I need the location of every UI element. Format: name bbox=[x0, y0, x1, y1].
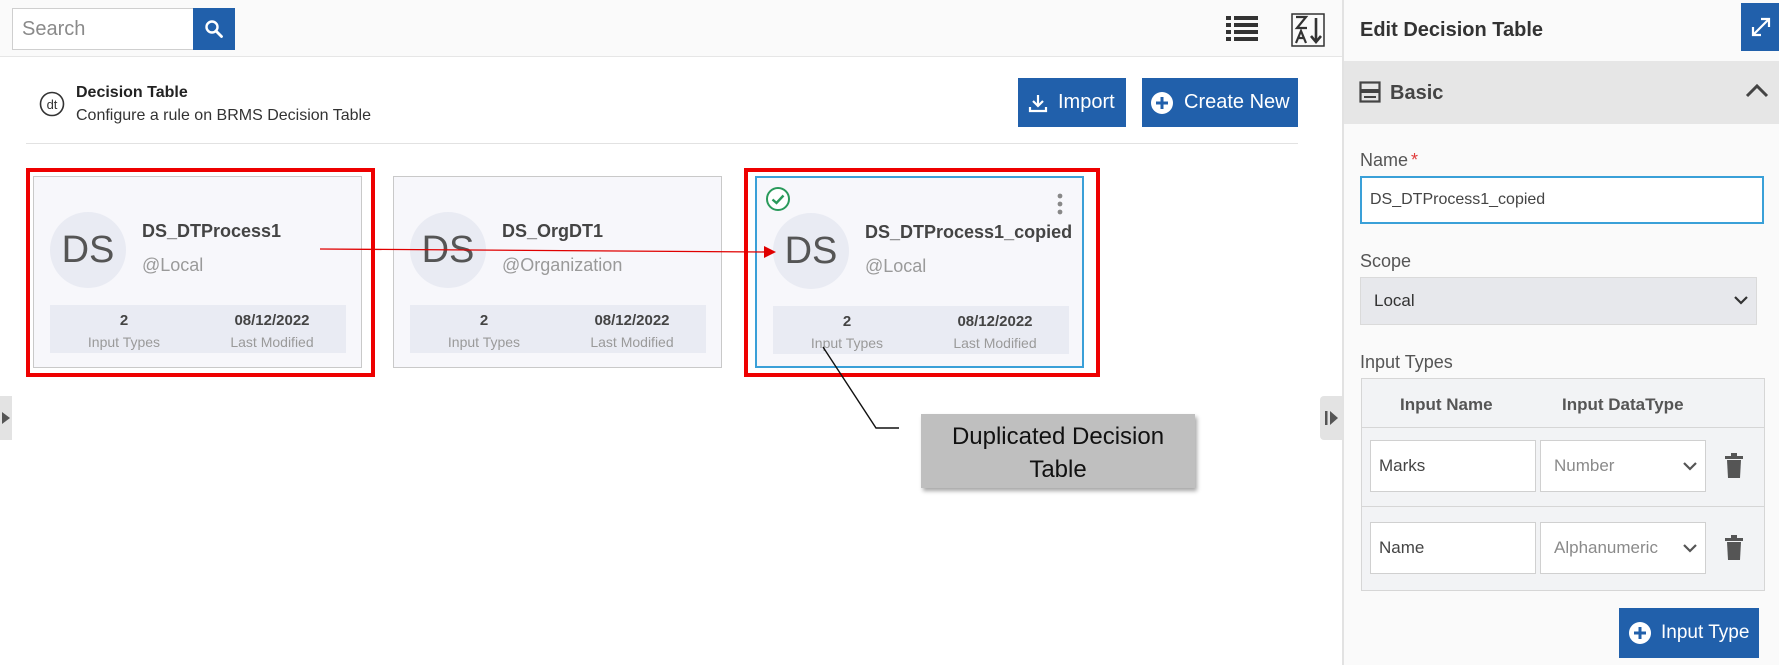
input-datatype-select[interactable]: Number bbox=[1540, 440, 1706, 492]
input-types-count: 2 bbox=[479, 312, 489, 329]
input-datatype-value: Number bbox=[1554, 456, 1615, 475]
plus-circle-icon bbox=[1629, 622, 1651, 644]
search-button[interactable] bbox=[193, 8, 235, 50]
card-scope: @Organization bbox=[502, 255, 623, 275]
scope-value: Local bbox=[1374, 291, 1415, 310]
input-types-stat: 2 Input Types bbox=[410, 312, 558, 350]
input-types-table: Input Name Input DataType Marks Number N… bbox=[1361, 378, 1765, 591]
input-types-label: Input Types bbox=[447, 334, 521, 350]
add-input-type-button[interactable]: Input Type bbox=[1619, 608, 1759, 658]
card-stats: 2 Input Types 08/12/2022 Last Modified bbox=[773, 306, 1069, 354]
svg-text:dt: dt bbox=[47, 97, 58, 112]
list-icon bbox=[1226, 16, 1258, 41]
avatar: DS bbox=[773, 213, 849, 289]
card-scope: @Local bbox=[142, 255, 204, 275]
top-toolbar bbox=[0, 0, 1342, 57]
input-name-value: Name bbox=[1379, 538, 1425, 557]
decision-table-card[interactable]: DS DS_OrgDT1 @Organization 2 Input Types… bbox=[393, 176, 722, 368]
card-stats: 2 Input Types 08/12/2022 Last Modified bbox=[410, 305, 706, 353]
scope-label: Scope bbox=[1360, 251, 1412, 271]
last-modified-label: Last Modified bbox=[590, 334, 674, 350]
section-title: Basic bbox=[1390, 82, 1444, 104]
import-label: Import bbox=[1058, 91, 1115, 113]
page-subtitle: Configure a rule on BRMS Decision Table bbox=[76, 107, 371, 124]
left-collapse-handle[interactable] bbox=[0, 396, 12, 440]
column-header-input-datatype: Input DataType bbox=[1562, 395, 1684, 414]
annotation-callout: Duplicated Decision Table bbox=[921, 414, 1195, 488]
input-types-section-label: Input Types bbox=[1360, 352, 1453, 372]
expand-button[interactable] bbox=[1741, 3, 1779, 51]
basic-section-header[interactable]: Basic bbox=[1344, 61, 1779, 124]
search-icon bbox=[205, 20, 223, 38]
input-types-count: 2 bbox=[842, 313, 852, 330]
name-input[interactable] bbox=[1360, 176, 1764, 224]
name-field-label: Name * bbox=[1360, 150, 1418, 171]
input-datatype-select[interactable]: Alphanumeric bbox=[1540, 522, 1706, 574]
input-name-field[interactable]: Marks bbox=[1370, 440, 1536, 492]
trash-icon[interactable] bbox=[1724, 535, 1744, 561]
card-scope: @Local bbox=[865, 256, 927, 276]
decision-table-icon: dt bbox=[39, 91, 65, 117]
download-icon bbox=[1028, 94, 1048, 112]
callout-line-1: Duplicated Decision bbox=[951, 423, 1165, 450]
last-modified-label: Last Modified bbox=[230, 334, 314, 350]
panel-toggle-icon bbox=[1325, 411, 1338, 425]
trash-icon[interactable] bbox=[1724, 453, 1744, 479]
check-circle-icon bbox=[766, 187, 790, 211]
input-datatype-value: Alphanumeric bbox=[1554, 538, 1658, 557]
last-modified-date: 08/12/2022 bbox=[957, 313, 1033, 330]
last-modified-stat: 08/12/2022 Last Modified bbox=[558, 312, 706, 350]
card-name: DS_DTProcess1 bbox=[142, 221, 282, 241]
list-view-button[interactable] bbox=[1224, 13, 1260, 45]
panel-collapse-handle[interactable] bbox=[1320, 396, 1342, 440]
import-button[interactable]: Import bbox=[1018, 78, 1126, 127]
required-mark: * bbox=[1411, 150, 1419, 170]
form-icon bbox=[1359, 81, 1381, 103]
decision-table-card[interactable]: DS DS_DTProcess1 @Local 2 Input Types 08… bbox=[33, 176, 362, 368]
edit-panel: Edit Decision Table Basic Name* Scope bbox=[1342, 0, 1779, 665]
card-name: DS_OrgDT1 bbox=[502, 221, 604, 241]
sort-button[interactable] bbox=[1291, 13, 1325, 47]
card-stats: 2 Input Types 08/12/2022 Last Modified bbox=[50, 305, 346, 353]
card-name: DS_DTProcess1_copied bbox=[865, 222, 1073, 242]
panel-title: Edit Decision Table bbox=[1360, 19, 1543, 41]
last-modified-stat: 08/12/2022 Last Modified bbox=[198, 312, 346, 350]
input-name-field[interactable]: Name bbox=[1370, 522, 1536, 574]
search-input[interactable] bbox=[12, 8, 194, 50]
column-header-input-name: Input Name bbox=[1400, 395, 1493, 414]
chevron-up-icon bbox=[1745, 83, 1769, 98]
chevron-down-icon bbox=[1683, 462, 1697, 471]
caret-right-icon bbox=[2, 412, 10, 424]
avatar: DS bbox=[50, 212, 126, 288]
sort-za-icon bbox=[1291, 13, 1325, 47]
scope-select[interactable]: Local bbox=[1360, 277, 1757, 325]
create-new-button[interactable]: Create New bbox=[1142, 78, 1298, 127]
last-modified-date: 08/12/2022 bbox=[594, 312, 670, 329]
last-modified-date: 08/12/2022 bbox=[234, 312, 310, 329]
last-modified-stat: 08/12/2022 Last Modified bbox=[921, 313, 1069, 351]
row-divider bbox=[1362, 427, 1764, 428]
create-new-label: Create New bbox=[1184, 91, 1290, 113]
input-types-label: Input Types bbox=[87, 334, 161, 350]
row-divider bbox=[1362, 506, 1764, 507]
more-options-icon[interactable] bbox=[1056, 193, 1064, 215]
app-root: dt Decision Table Configure a rule on BR… bbox=[0, 0, 1779, 665]
page-title: Decision Table bbox=[76, 84, 188, 101]
expand-icon bbox=[1751, 17, 1771, 37]
plus-circle-icon bbox=[1151, 91, 1173, 114]
input-name-value: Marks bbox=[1379, 456, 1426, 475]
input-types-count: 2 bbox=[119, 312, 129, 329]
chevron-down-icon bbox=[1734, 296, 1748, 305]
input-types-label: Input Types bbox=[810, 335, 884, 351]
avatar: DS bbox=[410, 212, 486, 288]
decision-table-card-selected[interactable]: DS DS_DTProcess1_copied @Local 2 Input T… bbox=[755, 176, 1084, 368]
add-input-type-label: Input Type bbox=[1661, 622, 1750, 643]
input-types-stat: 2 Input Types bbox=[50, 312, 198, 350]
last-modified-label: Last Modified bbox=[953, 335, 1037, 351]
chevron-down-icon bbox=[1683, 544, 1697, 553]
name-label-text: Name bbox=[1360, 150, 1409, 170]
callout-line-2: Table bbox=[1029, 456, 1087, 483]
input-types-stat: 2 Input Types bbox=[773, 313, 921, 351]
